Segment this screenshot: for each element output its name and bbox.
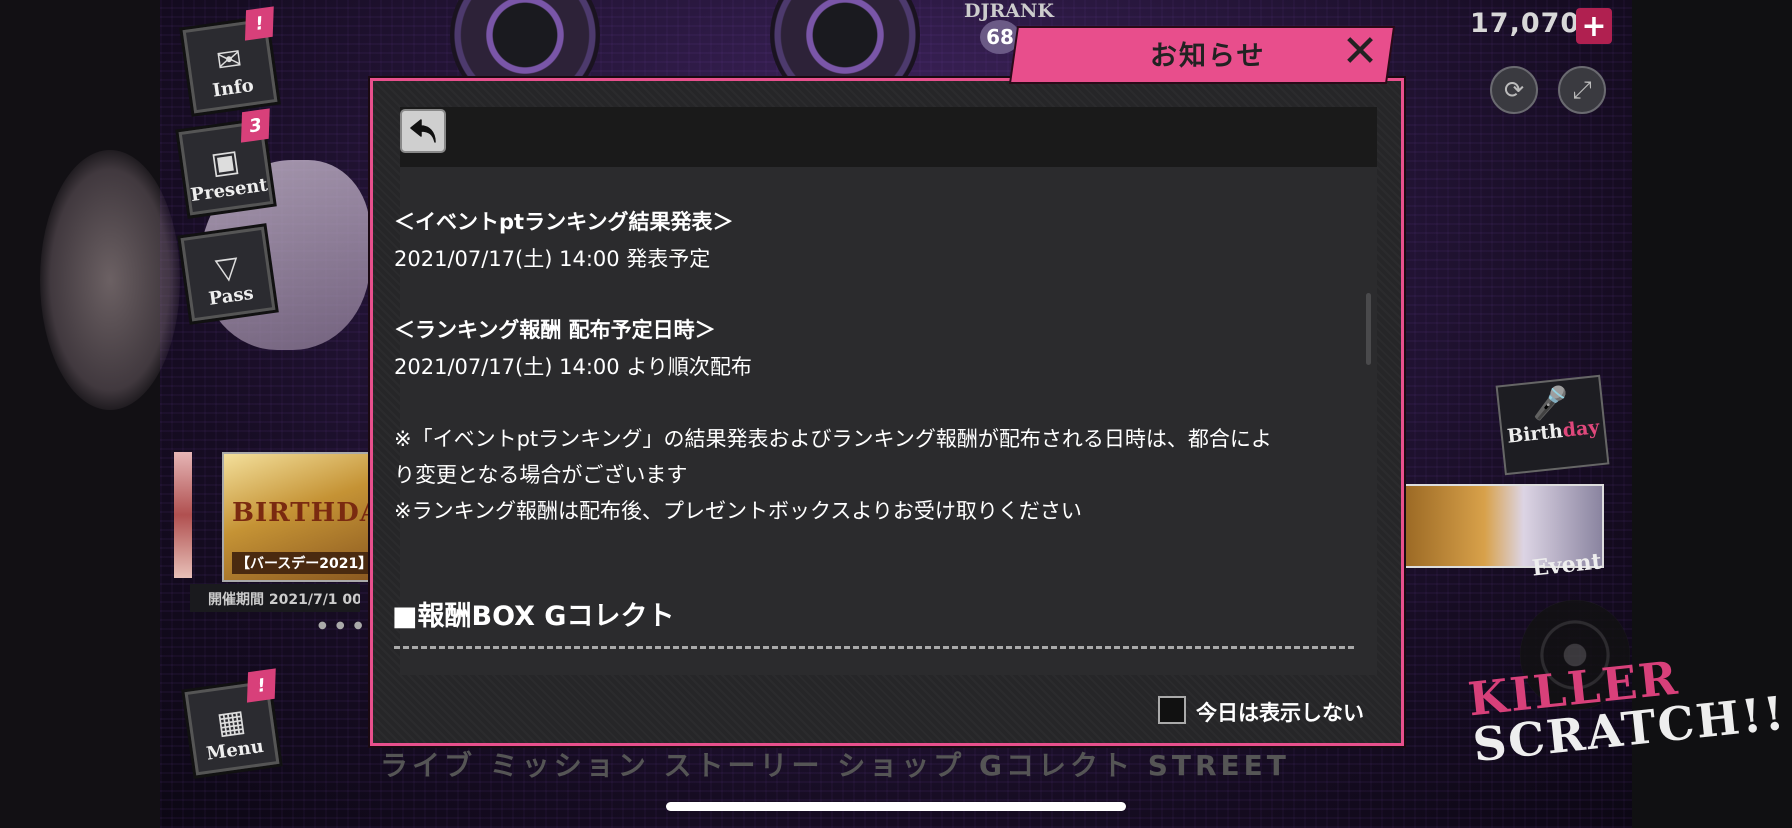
notice-line-2: り変更となる場合がございます bbox=[394, 463, 688, 487]
pass-button[interactable]: ▽ Pass bbox=[180, 226, 276, 322]
character-art bbox=[40, 150, 180, 410]
birthday-gacha-banner[interactable]: BIRTHDAY 【バースデー2021】 bbox=[222, 452, 376, 582]
refresh-icon[interactable]: ⟳ bbox=[1490, 66, 1538, 114]
ranking-result-date: 2021/07/17(土) 14:00 発表予定 bbox=[394, 247, 711, 271]
add-coins-button[interactable]: + bbox=[1576, 8, 1612, 44]
box-icon: ▣ bbox=[208, 143, 242, 182]
content-scrollbar[interactable] bbox=[1366, 293, 1371, 365]
birthday-button[interactable]: 🎤 Birthday bbox=[1495, 374, 1610, 476]
djrank-label: DJRANK bbox=[964, 0, 1054, 22]
close-icon[interactable]: ✕ bbox=[1336, 30, 1384, 74]
present-button[interactable]: ▣ Present 3 bbox=[178, 108, 274, 216]
birthday-label-a: Birth bbox=[1506, 420, 1564, 448]
grid-icon: ▦ bbox=[214, 703, 248, 742]
back-button[interactable] bbox=[400, 109, 446, 153]
reward-schedule-heading: ＜ランキング報酬 配布予定日時＞ bbox=[394, 318, 716, 342]
pass-label: Pass bbox=[207, 282, 255, 310]
birthday-label-b: day bbox=[1561, 416, 1601, 442]
dont-show-today-checkbox[interactable] bbox=[1158, 696, 1186, 724]
notice-line-3: ※ランキング報酬は配布後、プレゼントボックスよりお受け取りください bbox=[394, 499, 1082, 523]
mail-icon: ✉ bbox=[214, 41, 245, 80]
reward-schedule-date: 2021/07/17(土) 14:00 より順次配布 bbox=[394, 355, 752, 379]
home-indicator[interactable] bbox=[666, 802, 1126, 811]
dialog-title: お知らせ bbox=[1150, 41, 1266, 72]
back-arrow-icon bbox=[410, 119, 436, 143]
event-period: 開催期間 2021/7/1 00:00 bbox=[190, 584, 360, 612]
section-divider bbox=[394, 646, 1354, 649]
ranking-result-heading: ＜イベントptランキング結果発表＞ bbox=[394, 210, 734, 234]
info-label: Info bbox=[211, 75, 256, 102]
dialog-toolbar bbox=[400, 107, 1377, 167]
present-badge: 3 bbox=[240, 108, 270, 143]
pass-icon: ▽ bbox=[213, 249, 242, 288]
bottom-menu-strip: ライブ ミッション ストーリー ショップ Gコレクト STREET bbox=[380, 749, 1290, 782]
djrank-value: 68 bbox=[980, 20, 1020, 54]
coin-count: 17,070 bbox=[1470, 8, 1581, 39]
fullscreen-icon[interactable]: ⤢ bbox=[1558, 66, 1606, 114]
birthday-banner-subtitle: 【バースデー2021】 bbox=[232, 552, 374, 574]
banner-thumbnail-prev[interactable] bbox=[174, 452, 192, 578]
info-badge: ! bbox=[244, 6, 274, 41]
notice-line-1: ※「イベントptランキング」の結果発表およびランキング報酬が配布される日時は、都… bbox=[394, 427, 1272, 451]
reward-box-section-title: ■報酬BOX Gコレクト bbox=[392, 601, 675, 632]
present-label: Present bbox=[189, 174, 269, 207]
menu-label: Menu bbox=[205, 735, 266, 765]
dont-show-today-label[interactable]: 今日は表示しない bbox=[1196, 697, 1364, 727]
info-button[interactable]: ✉ Info ! bbox=[182, 6, 278, 114]
birthday-banner-title: BIRTHDAY bbox=[232, 498, 374, 528]
left-letterbox bbox=[0, 0, 160, 828]
menu-badge: ! bbox=[246, 668, 276, 703]
menu-button[interactable]: ▦ Menu ! bbox=[184, 668, 280, 776]
